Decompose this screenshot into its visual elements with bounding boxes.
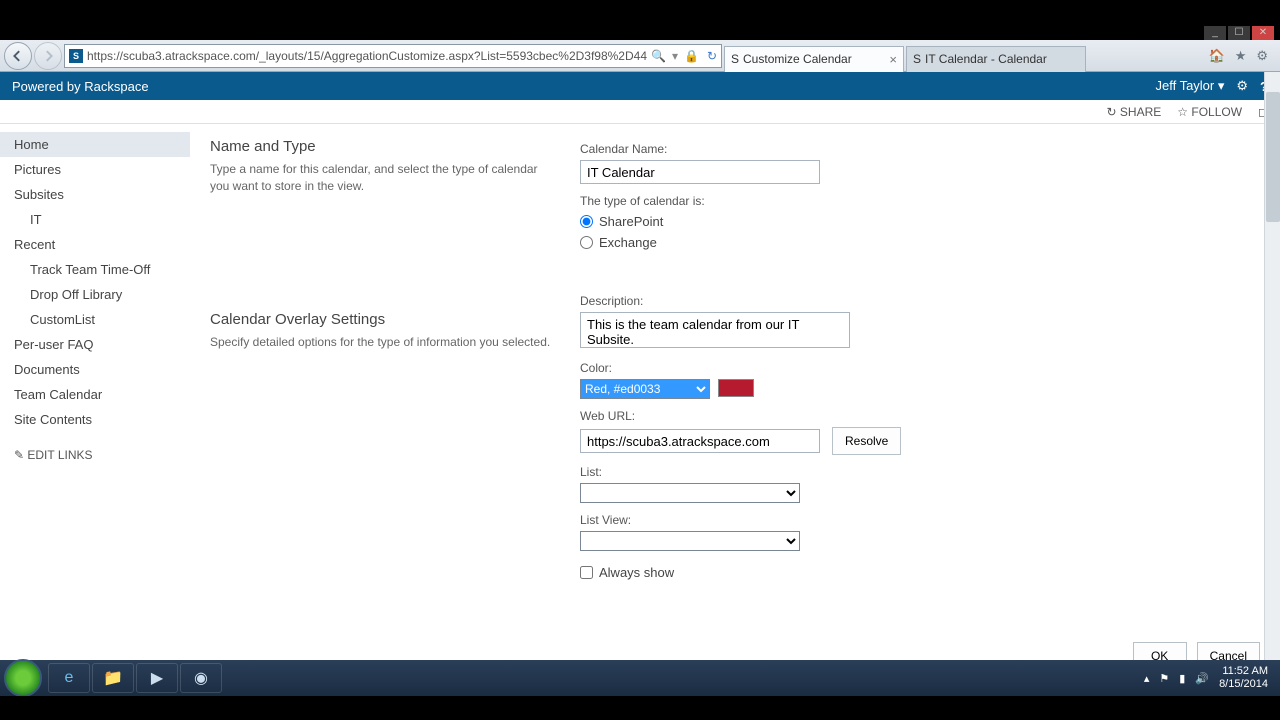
radio-exchange[interactable]: [580, 236, 593, 249]
home-icon[interactable]: 🏠: [1209, 48, 1225, 64]
maximize-button[interactable]: ☐: [1228, 26, 1250, 40]
window-controls: _ ☐ ✕: [1204, 26, 1274, 40]
tools-icon[interactable]: ⚙: [1256, 48, 1268, 64]
nav-faq[interactable]: Per-user FAQ: [0, 332, 190, 357]
close-icon[interactable]: ×: [889, 52, 897, 67]
share-button[interactable]: ↻ SHARE: [1107, 105, 1162, 119]
taskbar-explorer[interactable]: 📁: [92, 663, 134, 693]
taskbar-ie[interactable]: e: [48, 663, 90, 693]
back-button[interactable]: [4, 42, 32, 70]
calendar-name-label: Calendar Name:: [580, 142, 1260, 156]
section-overlay-title: Calendar Overlay Settings: [210, 311, 560, 328]
weburl-label: Web URL:: [580, 409, 1260, 423]
close-button[interactable]: ✕: [1252, 26, 1274, 40]
vertical-scrollbar[interactable]: [1264, 72, 1280, 660]
nav-track-time-off[interactable]: Track Team Time-Off: [0, 257, 190, 282]
list-select[interactable]: [580, 483, 800, 503]
description-label: Description:: [580, 294, 1260, 308]
system-clock[interactable]: 11:52 AM8/15/2014: [1219, 665, 1268, 691]
nav-home[interactable]: Home: [0, 132, 190, 157]
nav-pictures[interactable]: Pictures: [0, 157, 190, 182]
radio-sharepoint[interactable]: [580, 215, 593, 228]
listview-label: List View:: [580, 513, 1260, 527]
description-input[interactable]: This is the team calendar from our IT Su…: [580, 312, 850, 348]
follow-button[interactable]: ☆ FOLLOW: [1177, 105, 1242, 119]
color-select[interactable]: Red, #ed0033: [580, 379, 710, 399]
minimize-button[interactable]: _: [1204, 26, 1226, 40]
calendar-type-label: The type of calendar is:: [580, 194, 1260, 208]
listview-select[interactable]: [580, 531, 800, 551]
resolve-button[interactable]: Resolve: [832, 427, 901, 455]
browser-tab-inactive[interactable]: S IT Calendar - Calendar: [906, 46, 1086, 72]
favorites-icon[interactable]: ★: [1235, 48, 1247, 64]
tab-label: Customize Calendar: [743, 52, 852, 66]
taskbar-media[interactable]: ▶: [136, 663, 178, 693]
start-button[interactable]: [4, 659, 42, 697]
always-show-checkbox[interactable]: [580, 566, 593, 579]
sharepoint-icon: S: [731, 52, 739, 66]
nav-site-contents[interactable]: Site Contents: [0, 407, 190, 432]
nav-it[interactable]: IT: [0, 207, 190, 232]
sharepoint-icon: S: [69, 49, 83, 63]
taskbar-chrome[interactable]: ◉: [180, 663, 222, 693]
edit-links[interactable]: ✎ EDIT LINKS: [0, 432, 190, 478]
sharepoint-ribbon: ↻ SHARE ☆ FOLLOW ◻: [0, 100, 1280, 124]
tray-up-icon[interactable]: ▴: [1144, 672, 1150, 685]
refresh-icon[interactable]: ↻: [707, 49, 717, 63]
nav-documents[interactable]: Documents: [0, 357, 190, 382]
user-menu[interactable]: Jeff Taylor ▾: [1155, 78, 1224, 94]
address-bar[interactable]: S https://scuba3.atrackspace.com/_layout…: [64, 44, 722, 68]
settings-icon[interactable]: ⚙: [1236, 78, 1248, 94]
sharepoint-icon: S: [913, 52, 921, 66]
url-text: https://scuba3.atrackspace.com/_layouts/…: [87, 49, 647, 63]
lock-icon: 🔒: [684, 49, 699, 63]
section-name-type-desc: Type a name for this calendar, and selec…: [210, 161, 560, 195]
nav-recent[interactable]: Recent: [0, 232, 190, 257]
list-label: List:: [580, 465, 1260, 479]
browser-toolbar: S https://scuba3.atrackspace.com/_layout…: [0, 40, 1280, 72]
windows-taskbar: e 📁 ▶ ◉ ▴ ⚑ ▮ 🔊 11:52 AM8/15/2014: [0, 660, 1280, 696]
tab-label: IT Calendar - Calendar: [925, 52, 1047, 66]
nav-subsites[interactable]: Subsites: [0, 182, 190, 207]
left-navigation: Home Pictures Subsites IT Recent Track T…: [0, 124, 190, 684]
calendar-name-input[interactable]: [580, 160, 820, 184]
tray-flag-icon[interactable]: ⚑: [1159, 672, 1169, 685]
nav-team-calendar[interactable]: Team Calendar: [0, 382, 190, 407]
tray-network-icon[interactable]: ▮: [1179, 672, 1185, 685]
nav-drop-off[interactable]: Drop Off Library: [0, 282, 190, 307]
sharepoint-banner: Powered by Rackspace Jeff Taylor ▾ ⚙ ?: [0, 72, 1280, 100]
weburl-input[interactable]: [580, 429, 820, 453]
nav-customlist[interactable]: CustomList: [0, 307, 190, 332]
section-overlay-desc: Specify detailed options for the type of…: [210, 334, 560, 351]
forward-button[interactable]: [34, 42, 62, 70]
browser-tab-active[interactable]: S Customize Calendar ×: [724, 46, 904, 72]
section-name-type-title: Name and Type: [210, 138, 560, 155]
banner-title: Powered by Rackspace: [12, 79, 149, 94]
tray-volume-icon[interactable]: 🔊: [1195, 672, 1209, 685]
color-label: Color:: [580, 361, 1260, 375]
color-swatch: [718, 379, 754, 397]
search-icon[interactable]: 🔍: [651, 49, 666, 63]
